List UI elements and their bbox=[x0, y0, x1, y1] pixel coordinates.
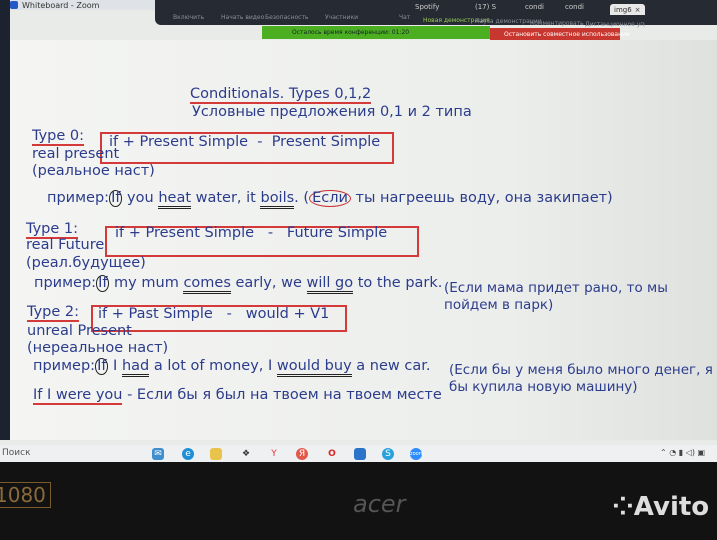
circled-if: If bbox=[95, 358, 109, 375]
type2-name-ru: (нереальное наст) bbox=[27, 340, 169, 356]
toolbar-start-video[interactable]: Начать видео bbox=[221, 14, 264, 21]
underlined-verb: would buy bbox=[276, 358, 352, 377]
type0-example: пример: If you heat water, it boils. (Есл… bbox=[47, 190, 613, 209]
window-title-bar: Whiteboard - Zoom bbox=[10, 0, 170, 10]
yandex-browser-icon[interactable]: Я bbox=[296, 448, 308, 460]
underlined-verb: heat bbox=[158, 190, 192, 209]
avito-dots-icon: ⁘ bbox=[612, 492, 634, 522]
underlined-verb: had bbox=[121, 358, 150, 377]
time-remaining: Осталось время конференции: 01:20 bbox=[292, 29, 410, 36]
resolution-sticker: 1080 bbox=[0, 482, 51, 508]
zoom-icon[interactable]: zoom bbox=[410, 448, 424, 460]
ex-text: water, it bbox=[191, 190, 261, 206]
ex-translation: ты нагреешь воду, она закипает) bbox=[350, 190, 613, 206]
type1-translation-2: пойдем в парк) bbox=[444, 297, 554, 313]
ex-text: early, we bbox=[230, 275, 307, 291]
browser-tab-active[interactable]: img6 × bbox=[610, 4, 645, 15]
underlined-verb: will go bbox=[306, 275, 354, 294]
desktop-edge bbox=[0, 0, 10, 440]
toolbar-security[interactable]: Безопасность bbox=[265, 14, 309, 21]
type0-name: real present bbox=[32, 146, 120, 162]
laptop-bezel: 1080 acer ⁘Avito bbox=[0, 462, 717, 540]
type0-label: Type 0: bbox=[32, 128, 85, 146]
if-i-were-you-line: If I were you - Если бы я был на твоем н… bbox=[33, 387, 442, 405]
example-label: пример: bbox=[33, 358, 96, 374]
close-icon[interactable]: × bbox=[635, 6, 641, 14]
circled-esli: Если bbox=[309, 190, 351, 207]
ex-text: I bbox=[108, 358, 122, 374]
board-title: Conditionals. Types 0,1,2 bbox=[190, 86, 372, 104]
type1-name: real Future bbox=[26, 237, 105, 253]
yandex-y-icon[interactable]: Y bbox=[268, 448, 280, 460]
toolbar-remote-control[interactable]: Дистанционное управление bbox=[585, 21, 645, 28]
underlined-verb: boils bbox=[260, 190, 295, 209]
avito-text: Avito bbox=[633, 492, 710, 522]
type1-example: пример: If my mum comes early, we will go… bbox=[34, 275, 443, 294]
ex-text: you bbox=[122, 190, 159, 206]
tab-label: img6 bbox=[614, 5, 632, 14]
type0-name-ru: (реальное наст) bbox=[32, 163, 155, 179]
type2-example: пример: If I had a lot of money, I would … bbox=[33, 358, 431, 377]
ex-text: . ( bbox=[294, 190, 310, 206]
board-subtitle: Условные предложения 0,1 и 2 типа bbox=[192, 104, 472, 120]
ex-text: my mum bbox=[109, 275, 184, 291]
browser-tab[interactable]: condi bbox=[525, 1, 544, 12]
browser-tab[interactable]: Spotify bbox=[415, 1, 439, 12]
type0-formula: if + Present Simple - Present Simple bbox=[109, 134, 381, 150]
toolbar-participants[interactable]: Участники bbox=[325, 14, 358, 21]
edge-icon[interactable]: e bbox=[182, 448, 194, 460]
type2-translation-2: бы купила новую машину) bbox=[449, 379, 638, 395]
type2-translation-1: (Если бы у меня было много денег, я bbox=[449, 362, 713, 378]
toolbar-chat[interactable]: Чат bbox=[399, 14, 410, 21]
underlined-verb: comes bbox=[183, 275, 231, 294]
example-label: пример: bbox=[47, 190, 110, 206]
opera-icon[interactable]: O bbox=[326, 448, 338, 460]
dropbox-icon[interactable]: ❖ bbox=[240, 448, 252, 460]
browser-tab[interactable]: condi bbox=[565, 1, 584, 12]
type1-name-ru: (реал.будущее) bbox=[26, 255, 146, 271]
explorer-icon[interactable] bbox=[210, 448, 222, 460]
ex-text: to the park. bbox=[353, 275, 443, 291]
mail-icon[interactable]: ✉ bbox=[152, 448, 164, 460]
example-label: пример: bbox=[34, 275, 97, 291]
type1-formula: if + Present Simple - Future Simple bbox=[115, 225, 388, 241]
laptop-screen: Whiteboard - Zoom Включить Начать видео … bbox=[0, 0, 717, 462]
circled-if: If bbox=[96, 275, 110, 292]
type2-formula: if + Past Simple - would + V1 bbox=[98, 306, 330, 322]
avito-watermark: ⁘Avito bbox=[612, 492, 709, 522]
toolbar-unmute[interactable]: Включить bbox=[173, 14, 204, 21]
type2-name: unreal Present bbox=[27, 323, 132, 339]
zoom-share-toolbar: Включить Начать видео Безопасность Участ… bbox=[155, 0, 717, 28]
toolbar-annotate[interactable]: Комментировать bbox=[530, 20, 584, 27]
taskbar: Поиск ✉ e ❖ Y Я O S zoom ⌃ ◔ ▮ ◁) ▣ bbox=[0, 445, 717, 462]
system-tray-icons[interactable]: ⌃ ◔ ▮ ◁) ▣ bbox=[660, 448, 705, 457]
browser-tab[interactable]: (17) S bbox=[475, 1, 496, 12]
search-box[interactable]: Поиск bbox=[2, 448, 31, 458]
acer-logo: acer bbox=[353, 490, 406, 518]
phrase: If I were you bbox=[33, 387, 123, 405]
stop-share-label: Остановить совместное использование bbox=[504, 31, 630, 38]
type1-translation-1: (Если мама придет рано, то мы bbox=[444, 280, 668, 296]
circled-if: If bbox=[109, 190, 123, 207]
type2-label: Type 2: bbox=[27, 304, 80, 322]
skype-icon[interactable]: S bbox=[382, 448, 394, 460]
phrase-translation: - Если бы я был на твоем на твоем месте bbox=[122, 387, 442, 403]
store-icon[interactable] bbox=[354, 448, 366, 460]
window-title: Whiteboard - Zoom bbox=[22, 0, 100, 10]
ex-text: a lot of money, I bbox=[149, 358, 277, 374]
ex-text: a new car. bbox=[351, 358, 431, 374]
meeting-time-banner: Осталось время конференции: 01:20 bbox=[262, 26, 490, 39]
zoom-app-icon bbox=[10, 1, 18, 9]
